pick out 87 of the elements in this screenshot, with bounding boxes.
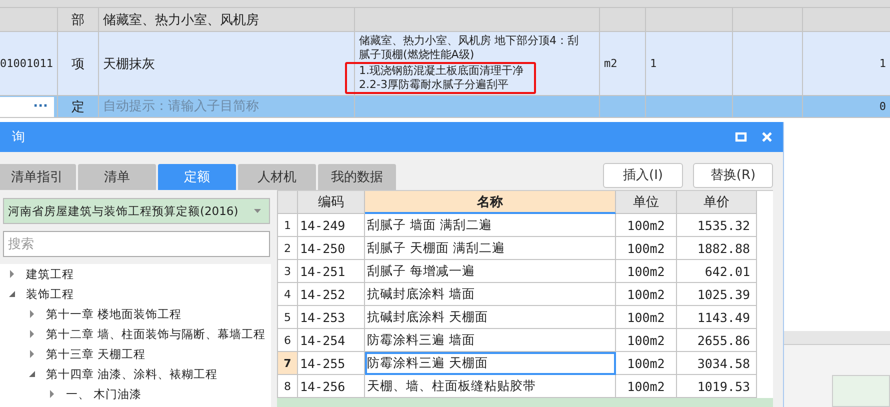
unit-cell: 100m2	[616, 352, 677, 375]
code-cell: 14-253	[298, 306, 365, 329]
maximize-icon[interactable]	[735, 131, 747, 143]
caret-icon	[254, 209, 261, 213]
tree-item[interactable]: 第十二章 墙、柱面装饰与隔断、幕墙工程	[46, 326, 266, 342]
price-cell: 3034.58	[677, 352, 757, 375]
name-cell[interactable]: 刮腻子 每增减一遍	[365, 260, 616, 283]
price-cell: 1143.49	[677, 306, 757, 329]
code-cell: 14-250	[298, 237, 365, 260]
tab[interactable]: 人材机	[238, 164, 316, 190]
name-input-field[interactable]: 自动提示：请输入子目简称	[103, 99, 343, 114]
name-cell[interactable]: 防霉涂料三遍 天棚面	[365, 352, 616, 375]
description-line: 腻子顶棚(燃烧性能A级)	[359, 48, 474, 62]
dialog-title: 询	[12, 129, 25, 146]
unit-cell: 100m2	[616, 283, 677, 306]
row-name-cell-text: 储藏室、热力小室、风机房	[103, 12, 259, 28]
code-cell: 14-255	[298, 352, 365, 375]
row-number-cell: 4	[278, 283, 298, 306]
tree-item[interactable]: 第十一章 楼地面装饰工程	[46, 306, 182, 322]
collapsed-arrow-icon[interactable]	[48, 390, 56, 398]
collapsed-arrow-icon[interactable]	[28, 330, 36, 338]
description-line: 储藏室、热力小室、风机房 地下部分顶4：刮	[359, 34, 578, 48]
row-type-cell-text: 项	[72, 56, 84, 72]
unit-cell: 100m2	[616, 329, 677, 352]
column-header[interactable]: 编码	[298, 191, 365, 214]
price-cell: 2655.86	[677, 329, 757, 352]
tab[interactable]: 清单	[78, 164, 156, 190]
tree-item[interactable]: 装饰工程	[26, 286, 74, 302]
insert-button[interactable]: 插入(I)	[603, 162, 683, 188]
keyword-input-field[interactable]	[832, 375, 890, 407]
unit-cell: 100m2	[616, 375, 677, 398]
item-code-cell: 01001011	[0, 57, 53, 70]
quantity-cell: 1	[650, 57, 657, 70]
name-cell[interactable]: 刮腻子 墙面 满刮二遍	[365, 214, 616, 237]
description-line: 1.现浇钢筋混凝土板底面清理干净	[359, 64, 524, 78]
tab[interactable]: 清单指引	[0, 164, 76, 190]
row-number-cell: 2	[278, 237, 298, 260]
code-cell: 14-251	[298, 260, 365, 283]
tree-item[interactable]: 第十三章 天棚工程	[46, 346, 146, 362]
row-number-cell: 7	[278, 352, 298, 375]
row-number-cell: 8	[278, 375, 298, 398]
price-cell: 1025.39	[677, 283, 757, 306]
price-cell: 642.01	[677, 260, 757, 283]
name-cell[interactable]: 刮腻子 天棚面 满刮二遍	[365, 237, 616, 260]
tree-item[interactable]: 第十四章 油漆、涂料、裱糊工程	[46, 366, 218, 382]
row-name-cell-text: 天棚抹灰	[103, 56, 155, 72]
tab[interactable]: 我的数据	[318, 164, 396, 190]
column-header[interactable]: 名称	[365, 191, 616, 214]
row-number-cell: 1	[278, 214, 298, 237]
name-cell[interactable]: 抗碱封底涂料 墙面	[365, 283, 616, 306]
unit-cell: 100m2	[616, 306, 677, 329]
code-cell: 14-256	[298, 375, 365, 398]
collapsed-arrow-icon[interactable]	[8, 270, 16, 278]
row-number-cell: 5	[278, 306, 298, 329]
price-cell: 1019.53	[677, 375, 757, 398]
unit-cell: 100m2	[616, 214, 677, 237]
code-cell: 14-252	[298, 283, 365, 306]
library-dropdown[interactable]: 河南省房屋建筑与装饰工程预算定额(2016)	[3, 198, 270, 224]
unit-cell: 100m2	[616, 237, 677, 260]
name-cell[interactable]: 抗碱封底涂料 天棚面	[365, 306, 616, 329]
row-number-cell: 6	[278, 329, 298, 352]
row-type-cell-text: 部	[72, 12, 84, 28]
total-cell: 0	[879, 100, 886, 113]
code-cell: 14-249	[298, 214, 365, 237]
tree-item[interactable]: 一、 木门油漆	[66, 386, 142, 402]
expanded-arrow-icon[interactable]	[8, 290, 16, 298]
column-header[interactable]: 单价	[677, 191, 757, 214]
description-line: 2.2-3厚防霉耐水腻子分遍刮平	[359, 78, 510, 92]
name-cell[interactable]: 天棚、墙、柱面板缝粘贴胶带	[365, 375, 616, 398]
close-icon[interactable]	[761, 131, 773, 143]
code-cell: 14-254	[298, 329, 365, 352]
price-cell: 1882.88	[677, 237, 757, 260]
row-number-cell: 3	[278, 260, 298, 283]
collapsed-arrow-icon[interactable]	[28, 350, 36, 358]
replace-button[interactable]: 替换(R)	[693, 162, 773, 188]
collapsed-arrow-icon[interactable]	[28, 310, 36, 318]
unit-cell: m2	[604, 57, 618, 70]
price-cell: 1535.32	[677, 214, 757, 237]
code-input-field[interactable]: ···	[0, 96, 54, 116]
row-type-cell-text: 定	[72, 98, 84, 116]
name-cell[interactable]: 防霉涂料三遍 墙面	[365, 329, 616, 352]
tree-item[interactable]: 建筑工程	[26, 266, 74, 282]
expanded-arrow-icon[interactable]	[28, 370, 36, 378]
column-header[interactable]: 单位	[616, 191, 677, 214]
unit-cell: 100m2	[616, 260, 677, 283]
total-cell: 1	[879, 57, 886, 70]
search-field[interactable]: 搜索	[3, 231, 270, 257]
